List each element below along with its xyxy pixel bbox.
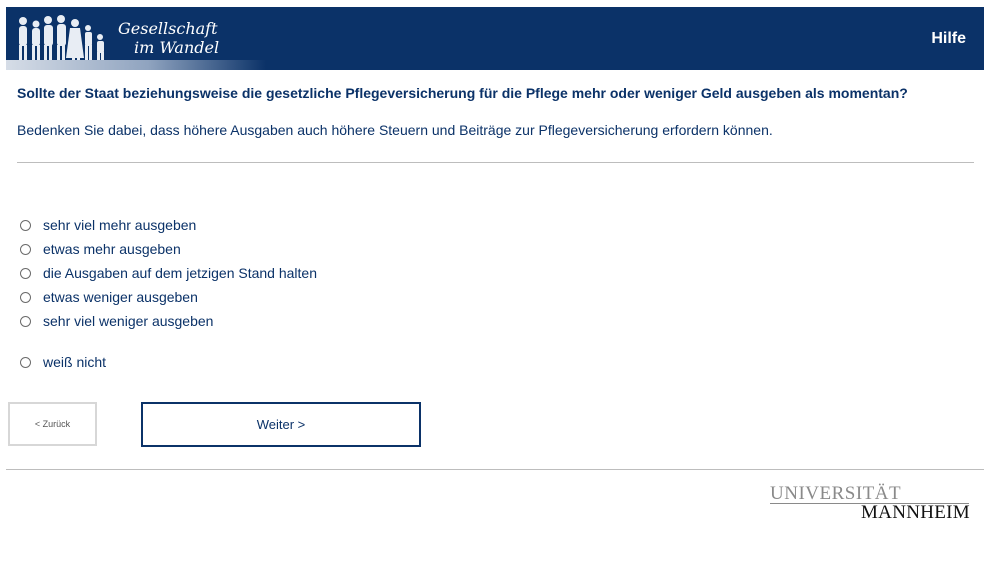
option-weiss-nicht[interactable]: weiß nicht [20,354,106,370]
university-logo: UNIVERSITÄT MANNHEIM [768,484,970,524]
header-fade-bar [6,60,266,70]
option-sehr-viel-mehr[interactable]: sehr viel mehr ausgeben [20,217,196,233]
radio-button[interactable] [20,291,31,303]
logo-mannheim: MANNHEIM [860,502,970,523]
option-label: etwas mehr ausgeben [43,241,181,257]
option-etwas-weniger[interactable]: etwas weniger ausgeben [20,289,198,305]
radio-button[interactable] [20,356,31,368]
logo-line-2: im Wandel [134,38,220,57]
option-label: sehr viel weniger ausgeben [43,313,214,329]
app-logo-text: Gesellschaft im Wandel [118,19,219,57]
question-note: Bedenken Sie dabei, dass höhere Ausgaben… [17,122,773,138]
option-stand-halten[interactable]: die Ausgaben auf dem jetzigen Stand halt… [20,265,317,281]
option-label: etwas weniger ausgeben [43,289,198,305]
option-sehr-viel-weniger[interactable]: sehr viel weniger ausgeben [20,313,213,329]
radio-button[interactable] [20,243,31,255]
option-etwas-mehr[interactable]: etwas mehr ausgeben [20,241,181,257]
app-header: Gesellschaft im Wandel Hilfe [6,7,984,70]
next-button[interactable]: Weiter > [141,402,421,447]
option-label: die Ausgaben auf dem jetzigen Stand halt… [43,265,317,281]
option-label: weiß nicht [43,354,107,370]
back-button[interactable]: < Zurück [8,402,97,446]
question-text: Sollte der Staat beziehungsweise die ges… [17,85,908,101]
radio-button[interactable] [20,315,31,327]
radio-button[interactable] [20,219,31,231]
radio-button[interactable] [20,267,31,279]
logo-universitaet: UNIVERSITÄT [770,483,902,504]
logo-line-1: Gesellschaft [118,19,218,38]
divider [17,162,974,163]
footer-divider [6,469,984,470]
option-label: sehr viel mehr ausgeben [43,217,197,233]
help-link[interactable]: Hilfe [931,30,966,48]
